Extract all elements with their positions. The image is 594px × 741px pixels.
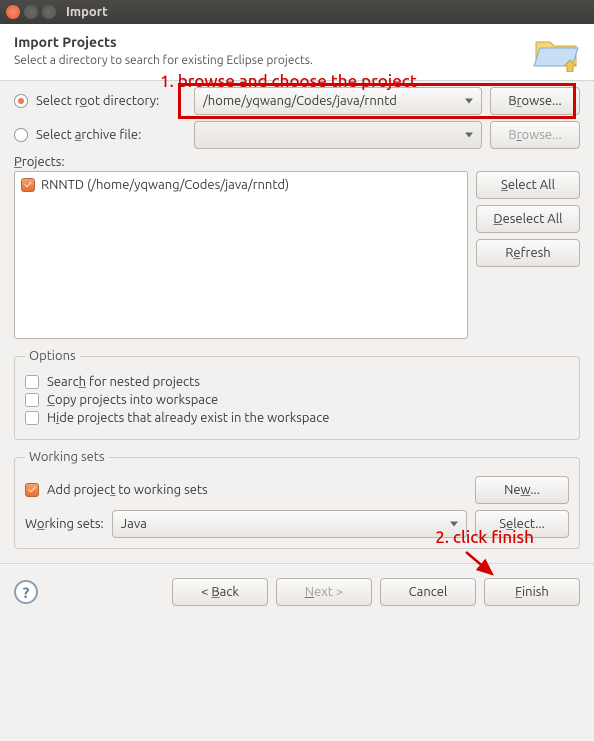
root-directory-row: Select root directory: Select root direc…	[14, 87, 580, 115]
root-directory-label[interactable]: Select root directory: Select root direc…	[36, 94, 186, 108]
working-sets-legend: Working sets	[25, 450, 109, 464]
root-directory-combo[interactable]: /home/yqwang/Codes/java/rnntd	[194, 87, 482, 115]
browse-root-button[interactable]: Browse... Browse...	[490, 87, 580, 115]
minimize-icon[interactable]	[24, 5, 38, 19]
options-legend: Options	[25, 349, 80, 363]
project-label: RNNTD (/home/yqwang/Codes/java/rnntd)	[41, 178, 289, 192]
select-all-button[interactable]: Select All Select All	[476, 171, 580, 199]
options-fieldset: Options ✓ Search for nested projects Sea…	[14, 349, 580, 440]
maximize-icon[interactable]	[42, 5, 56, 19]
ws-value: Java	[121, 517, 147, 531]
add-ws-label[interactable]: Add project to working sets Add project …	[47, 483, 208, 497]
deselect-all-button[interactable]: Deselect All Deselect All	[476, 205, 580, 233]
cancel-label: Cancel	[409, 585, 448, 599]
projects-block: ✓ RNNTD (/home/yqwang/Codes/java/rnntd) …	[14, 171, 580, 339]
page-subtitle: Select a directory to search for existin…	[14, 54, 522, 67]
help-icon[interactable]: ?	[14, 580, 38, 604]
ws-combo[interactable]: Java	[112, 510, 467, 538]
new-ws-button[interactable]: New... New...	[475, 476, 569, 504]
next-button: Next > Next >	[276, 578, 372, 606]
close-icon[interactable]	[6, 5, 20, 19]
cancel-button[interactable]: Cancel	[380, 578, 476, 606]
working-sets-fieldset: Working sets ✓ Add project to working se…	[14, 450, 580, 549]
finish-button[interactable]: Finish Finish	[484, 578, 580, 606]
titlebar: Import	[0, 0, 594, 24]
nested-label[interactable]: Search for nested projects Search for ne…	[47, 375, 200, 389]
root-directory-radio[interactable]	[14, 94, 28, 108]
copy-label[interactable]: Copy projects into workspace Copy projec…	[47, 393, 218, 407]
browse-archive-button: Browse...	[490, 121, 580, 149]
nested-checkbox[interactable]: ✓	[25, 375, 39, 389]
projects-label: Projects: Projects:	[14, 155, 580, 169]
project-checkbox[interactable]: ✓	[21, 178, 35, 192]
hide-checkbox[interactable]: ✓	[25, 411, 39, 425]
archive-file-label[interactable]: Select archive file: Select archive file…	[36, 128, 186, 142]
import-folder-icon	[532, 32, 580, 72]
refresh-button[interactable]: Refresh Refresh	[476, 239, 580, 267]
archive-file-row: Select archive file: Select archive file…	[14, 121, 580, 149]
dialog-header: Import Projects Select a directory to se…	[0, 24, 594, 81]
archive-file-combo	[194, 121, 482, 149]
root-directory-value: /home/yqwang/Codes/java/rnntd	[203, 94, 397, 108]
back-button[interactable]: < Back < Back	[172, 578, 268, 606]
archive-file-radio[interactable]	[14, 128, 28, 142]
hide-label[interactable]: Hide projects that already exist in the …	[47, 411, 329, 425]
button-bar: ? < Back < Back Next > Next > Cancel Fin…	[0, 563, 594, 626]
ws-label: Working sets: Working sets:	[25, 517, 104, 531]
window-title: Import	[66, 5, 108, 19]
page-title: Import Projects	[14, 34, 522, 50]
select-ws-button[interactable]: Select... Select...	[475, 510, 569, 538]
copy-checkbox[interactable]: ✓	[25, 393, 39, 407]
dialog-content: Select root directory: Select root direc…	[0, 81, 594, 563]
projects-list[interactable]: ✓ RNNTD (/home/yqwang/Codes/java/rnntd)	[14, 171, 468, 339]
list-item[interactable]: ✓ RNNTD (/home/yqwang/Codes/java/rnntd)	[19, 176, 463, 194]
add-ws-checkbox[interactable]: ✓	[25, 483, 39, 497]
